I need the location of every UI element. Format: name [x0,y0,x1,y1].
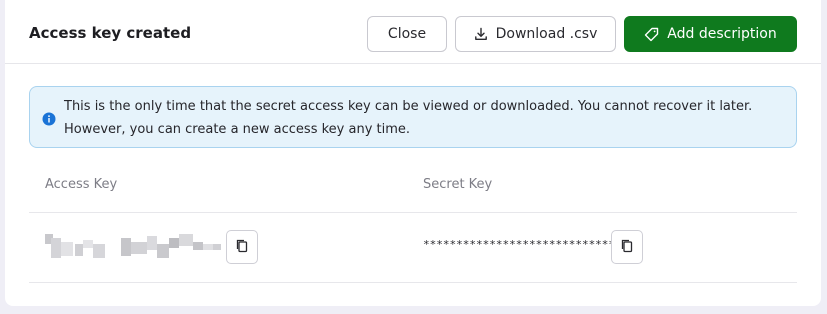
close-button-label: Close [387,26,427,42]
panel-title: Access key created [29,24,192,42]
info-alert: This is the only time that the secret ac… [29,86,797,148]
close-button[interactable]: Close [367,16,447,52]
copy-icon [236,238,248,257]
add-description-button[interactable]: Add description [624,16,797,52]
download-icon [474,27,488,41]
copy-access-key-button[interactable] [226,230,258,264]
copy-secret-key-button[interactable] [611,230,643,264]
info-icon [42,111,56,130]
tag-icon [644,27,659,42]
access-key-column-header: Access Key [45,177,118,192]
add-description-label: Add description [667,26,777,42]
secret-key-value: ****************************** [423,238,622,251]
copy-icon [621,238,633,257]
table-divider [29,212,797,213]
panel-header: Access key created Close Download .csv A… [5,0,821,64]
access-key-created-panel: Access key created Close Download .csv A… [5,0,821,306]
secret-key-column-header: Secret Key [423,177,493,192]
access-key-value-blurred [45,232,225,260]
download-csv-label: Download .csv [495,26,598,42]
download-csv-button[interactable]: Download .csv [455,16,616,52]
table-divider [29,282,797,283]
info-alert-text: This is the only time that the secret ac… [64,99,753,137]
